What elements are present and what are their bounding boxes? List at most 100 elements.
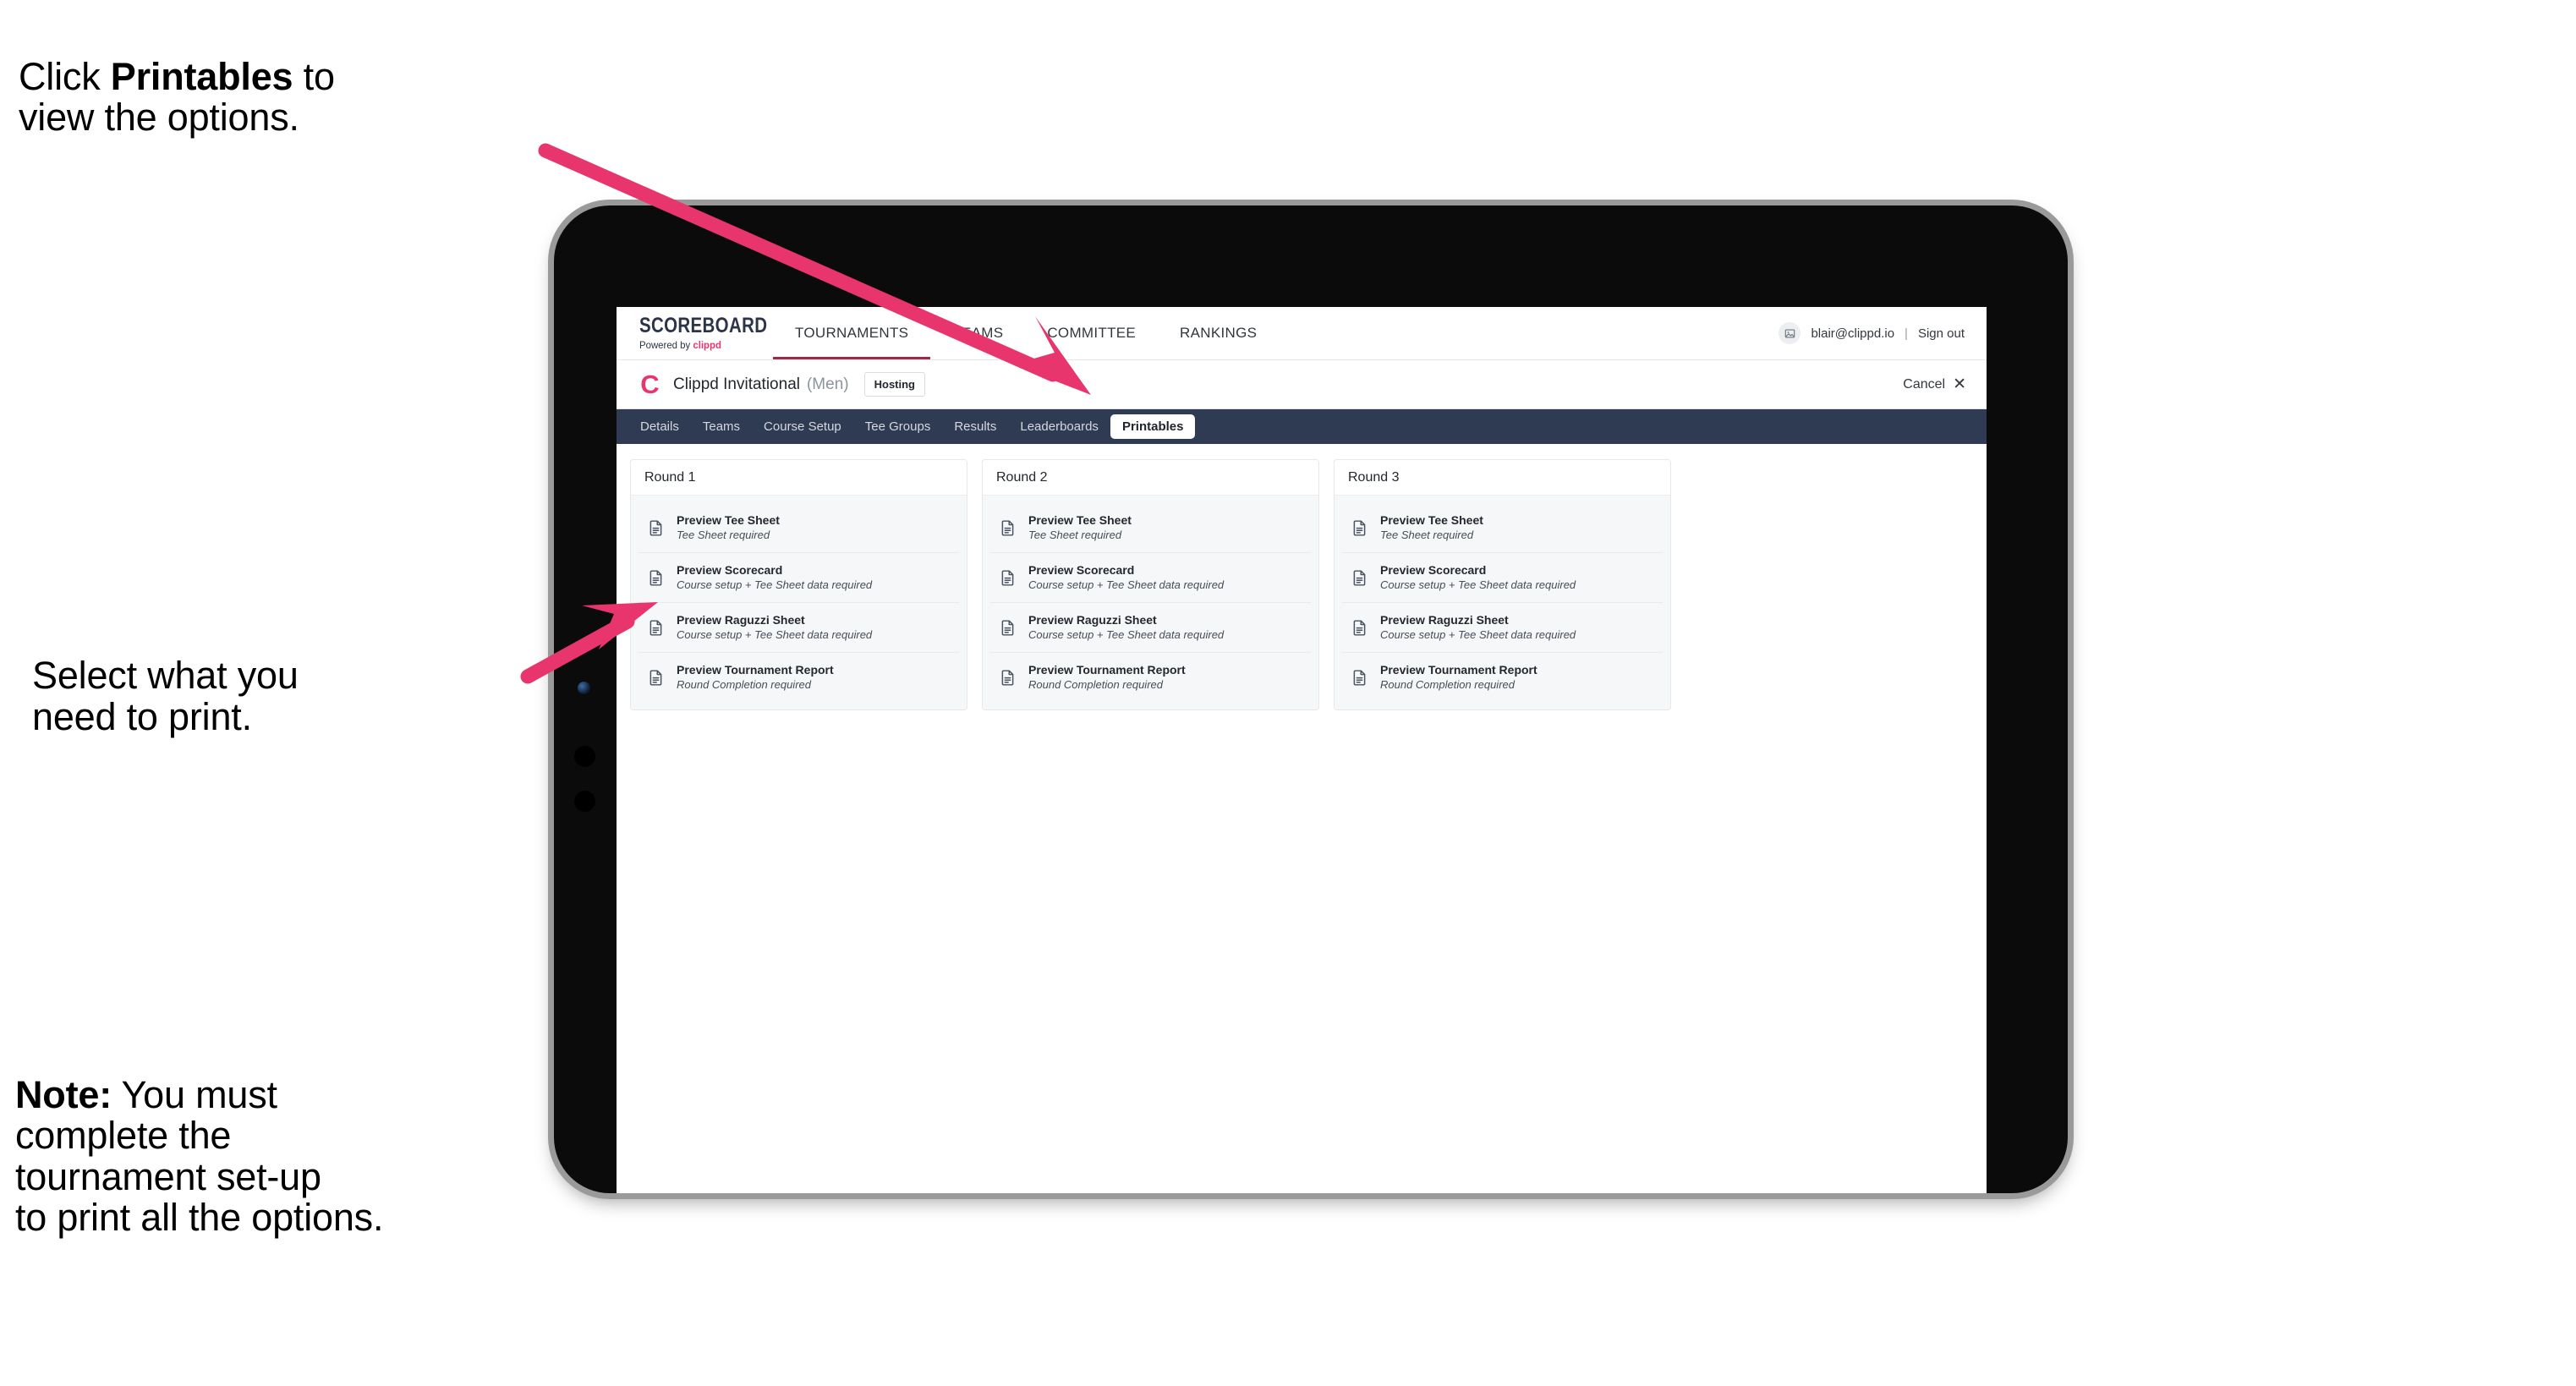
tournament-name: Clippd Invitational bbox=[673, 375, 800, 393]
document-icon bbox=[647, 619, 665, 637]
list-item-subtitle: Tee Sheet required bbox=[1028, 529, 1122, 542]
status-badge: Hosting bbox=[863, 372, 925, 397]
document-icon bbox=[999, 619, 1017, 637]
top-brand-bar: SCOREBOARD Powered by clippd TOURNAMENTS… bbox=[617, 307, 1987, 360]
account-separator: | bbox=[1905, 326, 1908, 341]
cancel-label: Cancel bbox=[1903, 376, 1946, 392]
clippd-logo-icon: C bbox=[640, 370, 660, 399]
list-item[interactable]: Preview Tournament Report Round Completi… bbox=[639, 653, 959, 703]
close-icon: ✕ bbox=[1953, 375, 1966, 393]
nav-item-teams[interactable]: TEAMS bbox=[930, 307, 1025, 359]
round-items: Preview Tee Sheet Tee Sheet required Pre… bbox=[631, 496, 967, 710]
document-icon bbox=[1351, 619, 1368, 637]
tab-printables[interactable]: Printables bbox=[1110, 414, 1196, 439]
section-tabbar: Details Teams Course Setup Tee Groups Re… bbox=[617, 409, 1987, 444]
list-item[interactable]: Preview Raguzzi Sheet Course setup + Tee… bbox=[639, 603, 959, 654]
clippd-wordmark: clippd bbox=[693, 339, 721, 351]
list-item-title: Preview Raguzzi Sheet bbox=[1380, 613, 1509, 627]
nav-item-tournaments[interactable]: TOURNAMENTS bbox=[773, 307, 931, 359]
list-item[interactable]: Preview Tee Sheet Tee Sheet required bbox=[1342, 503, 1663, 554]
list-item-title: Preview Scorecard bbox=[1380, 563, 1487, 578]
tab-teams[interactable]: Teams bbox=[691, 414, 752, 439]
document-icon bbox=[647, 519, 665, 537]
nav-item-committee[interactable]: COMMITTEE bbox=[1025, 307, 1158, 359]
list-item[interactable]: Preview Scorecard Course setup + Tee She… bbox=[990, 553, 1311, 604]
scoreboard-logo[interactable]: SCOREBOARD Powered by clippd bbox=[639, 314, 768, 352]
list-item-title: Preview Scorecard bbox=[677, 563, 783, 578]
list-item-text: Preview Raguzzi Sheet Course setup + Tee… bbox=[1028, 613, 1224, 642]
brand-subtitle: Powered by clippd bbox=[639, 339, 736, 351]
primary-nav: TOURNAMENTS TEAMS COMMITTEE RANKINGS bbox=[773, 307, 1279, 359]
round-column-3: Round 3 Preview Tee Sheet Tee Sheet requ… bbox=[1334, 459, 1671, 711]
tab-label: Leaderboards bbox=[1020, 419, 1099, 434]
round-items: Preview Tee Sheet Tee Sheet required Pre… bbox=[983, 496, 1318, 710]
list-item-subtitle: Course setup + Tee Sheet data required bbox=[1028, 578, 1225, 592]
user-image-icon bbox=[1784, 329, 1795, 337]
callout-select-print: Select what you need to print. bbox=[32, 654, 299, 738]
list-item-text: Preview Scorecard Course setup + Tee She… bbox=[1028, 563, 1224, 592]
list-item-text: Preview Tournament Report Round Completi… bbox=[1028, 663, 1186, 692]
document-icon bbox=[999, 519, 1017, 537]
list-item-text: Preview Tee Sheet Tee Sheet required bbox=[677, 513, 780, 542]
list-item-subtitle: Tee Sheet required bbox=[677, 529, 770, 542]
device-button-upper[interactable] bbox=[574, 746, 595, 767]
sign-out-link[interactable]: Sign out bbox=[1918, 326, 1965, 341]
list-item[interactable]: Preview Tournament Report Round Completi… bbox=[1342, 653, 1663, 703]
list-item-text: Preview Raguzzi Sheet Course setup + Tee… bbox=[1380, 613, 1576, 642]
callout-click-bold: Printables bbox=[110, 54, 293, 98]
list-item[interactable]: Preview Tee Sheet Tee Sheet required bbox=[639, 503, 959, 554]
document-icon bbox=[999, 669, 1017, 687]
list-item-title: Preview Tournament Report bbox=[1028, 663, 1186, 677]
document-icon bbox=[1351, 669, 1368, 687]
list-item[interactable]: Preview Scorecard Course setup + Tee She… bbox=[1342, 553, 1663, 604]
nav-label: TOURNAMENTS bbox=[795, 325, 909, 341]
list-item-text: Preview Tee Sheet Tee Sheet required bbox=[1028, 513, 1132, 542]
front-camera-icon bbox=[578, 682, 590, 694]
rounds-grid: Round 1 Preview Tee Sheet Tee Sheet requ… bbox=[630, 459, 1973, 711]
list-item-subtitle: Round Completion required bbox=[1380, 678, 1515, 692]
list-item-title: Preview Tournament Report bbox=[1380, 663, 1537, 677]
round-title: Round 2 bbox=[983, 460, 1318, 496]
tablet-device: SCOREBOARD Powered by clippd TOURNAMENTS… bbox=[554, 205, 2068, 1193]
tab-results[interactable]: Results bbox=[942, 414, 1008, 439]
brand-title: SCOREBOARD bbox=[639, 314, 768, 337]
avatar[interactable] bbox=[1779, 322, 1801, 344]
cancel-button[interactable]: Cancel ✕ bbox=[1903, 376, 1966, 392]
list-item-subtitle: Round Completion required bbox=[1028, 678, 1163, 692]
screenshot-canvas: Click Printables to view the options. Se… bbox=[0, 0, 2576, 1386]
device-button-lower[interactable] bbox=[574, 791, 595, 812]
list-item-subtitle: Course setup + Tee Sheet data required bbox=[1380, 628, 1576, 642]
document-icon bbox=[999, 569, 1017, 587]
list-item-subtitle: Course setup + Tee Sheet data required bbox=[1028, 628, 1225, 642]
nav-item-rankings[interactable]: RANKINGS bbox=[1158, 307, 1279, 359]
list-item-title: Preview Tee Sheet bbox=[1380, 513, 1483, 527]
list-item-subtitle: Course setup + Tee Sheet data required bbox=[1380, 578, 1576, 592]
list-item-subtitle: Course setup + Tee Sheet data required bbox=[677, 628, 873, 642]
tab-label: Course Setup bbox=[764, 419, 841, 434]
tab-tee-groups[interactable]: Tee Groups bbox=[853, 414, 943, 439]
document-icon bbox=[1351, 519, 1368, 537]
list-item[interactable]: Preview Raguzzi Sheet Course setup + Tee… bbox=[990, 603, 1311, 654]
list-item-subtitle: Course setup + Tee Sheet data required bbox=[677, 578, 873, 592]
round-column-1: Round 1 Preview Tee Sheet Tee Sheet requ… bbox=[630, 459, 967, 711]
tab-leaderboards[interactable]: Leaderboards bbox=[1008, 414, 1110, 439]
tournament-subheader: C Clippd Invitational (Men) Hosting Canc… bbox=[617, 360, 1987, 409]
callout-note-bold: Note: bbox=[15, 1072, 112, 1116]
list-item-text: Preview Tee Sheet Tee Sheet required bbox=[1380, 513, 1483, 542]
tab-details[interactable]: Details bbox=[628, 414, 691, 439]
list-item-title: Preview Scorecard bbox=[1028, 563, 1135, 578]
list-item-text: Preview Scorecard Course setup + Tee She… bbox=[677, 563, 872, 592]
list-item[interactable]: Preview Scorecard Course setup + Tee She… bbox=[639, 553, 959, 604]
list-item[interactable]: Preview Tournament Report Round Completi… bbox=[990, 653, 1311, 703]
app-screen: SCOREBOARD Powered by clippd TOURNAMENTS… bbox=[617, 307, 1987, 1193]
list-item[interactable]: Preview Tee Sheet Tee Sheet required bbox=[990, 503, 1311, 554]
tab-label: Teams bbox=[702, 419, 741, 434]
list-item[interactable]: Preview Raguzzi Sheet Course setup + Tee… bbox=[1342, 603, 1663, 654]
document-icon bbox=[647, 669, 665, 687]
list-item-title: Preview Raguzzi Sheet bbox=[1028, 613, 1157, 627]
round-column-2: Round 2 Preview Tee Sheet Tee Sheet requ… bbox=[982, 459, 1319, 711]
nav-label: TEAMS bbox=[952, 325, 1004, 341]
tab-course-setup[interactable]: Course Setup bbox=[752, 414, 853, 439]
account-area: blair@clippd.io | Sign out bbox=[1779, 322, 1965, 344]
list-item-subtitle: Tee Sheet required bbox=[1380, 529, 1474, 542]
